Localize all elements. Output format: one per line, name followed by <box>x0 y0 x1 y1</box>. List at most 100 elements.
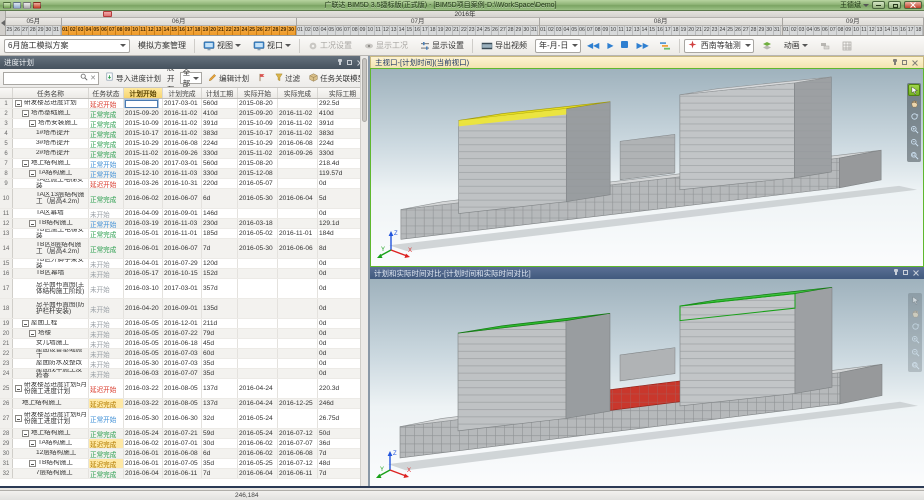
task-status-cell[interactable]: 延迟完成 <box>89 439 124 448</box>
planned-duration-cell[interactable]: 59d <box>202 429 238 438</box>
timeline-day-cell[interactable]: 27 <box>264 26 272 35</box>
task-name-cell[interactable]: TA区幕墙 <box>13 209 89 218</box>
planned-end-cell[interactable]: 2016-09-01 <box>163 299 202 318</box>
task-search-box[interactable]: ✕ <box>3 72 99 85</box>
task-status-cell[interactable]: 未开始 <box>89 279 124 298</box>
task-name-cell[interactable]: 3#塔吊提升 <box>13 139 89 148</box>
task-name-cell[interactable]: 7层结构施工 <box>13 469 89 478</box>
timeline-day-cell[interactable]: 28 <box>750 26 758 35</box>
float-icon[interactable] <box>902 269 910 277</box>
task-status-cell[interactable]: 正常开始 <box>89 159 124 168</box>
timeline-day-cell[interactable]: 12 <box>147 26 155 35</box>
task-status-cell[interactable]: 未开始 <box>89 319 124 328</box>
timeline-day-cell[interactable]: 04 <box>320 26 328 35</box>
planned-end-cell[interactable]: 2017-03-01 <box>163 279 202 298</box>
planned-end-cell[interactable]: 2016-06-11 <box>163 469 202 478</box>
rewind-button[interactable]: ◀◀ <box>585 38 601 54</box>
timeline-day-cell[interactable]: 26 <box>735 26 743 35</box>
task-status-cell[interactable]: 未开始 <box>89 369 124 378</box>
tree-collapse-icon[interactable] <box>22 110 29 117</box>
actual-end-cell[interactable]: 2016-06-08 <box>278 449 318 458</box>
orbit-tool-icon[interactable] <box>909 320 921 332</box>
gantt-button[interactable] <box>655 38 675 54</box>
planned-start-cell[interactable]: 2016-05-17 <box>124 269 163 278</box>
task-status-cell[interactable]: 正常完成 <box>89 109 124 118</box>
scheme-select[interactable]: 6月施工模拟方案 <box>4 39 130 53</box>
task-name-cell[interactable]: TB结构施工 <box>13 219 89 228</box>
task-name-cell[interactable]: 研发楼总进度计划 <box>13 99 89 108</box>
task-status-cell[interactable]: 正常开始 <box>89 219 124 228</box>
planned-start-cell[interactable]: 2016-03-10 <box>124 279 163 298</box>
actual-start-cell[interactable]: 2016-04-24 <box>238 379 278 398</box>
planned-end-cell[interactable]: 2017-03-01 <box>163 159 202 168</box>
planned-duration-cell[interactable]: 185d <box>202 229 238 238</box>
pan-tool-icon[interactable] <box>908 97 920 109</box>
planned-duration-cell[interactable]: 32d <box>202 409 238 428</box>
planned-end-cell[interactable]: 2016-07-05 <box>163 459 202 468</box>
actual-start-cell[interactable]: 2016-03-18 <box>238 219 278 228</box>
table-row[interactable]: 62#塔吊提升正常完成2015-11-022016-09-26330d2015-… <box>0 149 368 159</box>
task-status-cell[interactable]: 未开始 <box>89 299 124 318</box>
timeline-day-cell[interactable]: 12 <box>625 26 633 35</box>
actual-start-cell[interactable]: 2015-11-02 <box>238 149 278 158</box>
undo-icon[interactable] <box>23 2 31 9</box>
timeline-day-cell[interactable]: 16 <box>900 26 908 35</box>
timeline-day-cell[interactable]: 11 <box>375 26 383 35</box>
timeline-day-cell[interactable]: 10 <box>132 26 140 35</box>
planned-start-cell[interactable]: 2015-10-09 <box>124 119 163 128</box>
timeline-day-cell[interactable]: 07 <box>108 26 116 35</box>
task-name-cell[interactable]: 研发楼总进度计划5月份施工进度计划 <box>13 379 89 398</box>
pan-tool-icon[interactable] <box>909 307 921 319</box>
planned-duration-cell[interactable]: 560d <box>202 159 238 168</box>
task-name-cell[interactable]: 女儿墙施工 <box>13 339 89 348</box>
planned-end-cell[interactable]: 2016-07-22 <box>163 329 202 338</box>
timeline-day-cell[interactable]: 14 <box>641 26 649 35</box>
task-status-cell[interactable]: 延迟开始 <box>89 99 124 108</box>
actual-start-cell[interactable] <box>238 209 278 218</box>
table-row[interactable]: 2塔吊基础施工正常完成2015-09-202016-11-02410d2015-… <box>0 109 368 119</box>
close-icon[interactable] <box>911 59 919 67</box>
timeline-day-cell[interactable]: 20 <box>688 26 696 35</box>
timeline-day-cell[interactable]: 10 <box>367 26 375 35</box>
table-row[interactable]: 53#塔吊提升正常完成2015-10-292016-06-08224d2015-… <box>0 139 368 149</box>
viewpoint-button[interactable] <box>758 38 776 54</box>
actual-start-cell[interactable] <box>238 279 278 298</box>
timeline-day-cell[interactable]: 13 <box>876 26 884 35</box>
planned-duration-cell[interactable]: 230d <box>202 219 238 228</box>
planned-end-cell[interactable]: 2016-11-01 <box>163 229 202 238</box>
actual-start-cell[interactable] <box>238 259 278 268</box>
timeline-day-cell[interactable]: 06 <box>579 26 587 35</box>
planned-end-cell[interactable]: 2016-10-15 <box>163 269 202 278</box>
float-icon[interactable] <box>901 59 909 67</box>
timeline-day-cell[interactable]: 22 <box>703 26 711 35</box>
actual-start-cell[interactable]: 2016-05-24 <box>238 409 278 428</box>
actual-start-cell[interactable]: 2016-05-07 <box>238 179 278 188</box>
task-name-cell[interactable]: 12层结构施工 <box>13 449 89 458</box>
timeline-day-cell[interactable]: 23 <box>233 26 241 35</box>
timeline-day-cell[interactable]: 31 <box>774 26 782 35</box>
planned-end-cell[interactable]: 2016-06-30 <box>163 409 202 428</box>
actual-end-cell[interactable] <box>278 409 318 428</box>
actual-end-cell[interactable]: 2016-07-07 <box>278 439 318 448</box>
actual-start-cell[interactable] <box>238 299 278 318</box>
timeline-day-cell[interactable]: 02 <box>69 26 77 35</box>
planned-duration-cell[interactable]: 35d <box>202 359 238 368</box>
task-name-cell[interactable]: 总平面布置图(主体结构施工阶段) <box>13 279 89 298</box>
table-row[interactable]: 3012层结构施工正常完成2016-06-012016-06-086d2016-… <box>0 449 368 459</box>
search-input[interactable] <box>6 75 78 82</box>
timeline-day-cell[interactable]: 02 <box>305 26 313 35</box>
actual-start-cell[interactable] <box>238 349 278 358</box>
timeline-day-cell[interactable]: 23 <box>711 26 719 35</box>
actual-start-cell[interactable] <box>238 339 278 348</box>
timeline-day-cell[interactable]: 15 <box>406 26 414 35</box>
timeline-day-cell[interactable]: 15 <box>171 26 179 35</box>
viewport-button[interactable]: 视口 <box>249 38 295 54</box>
timeline-day-cell[interactable]: 08 <box>594 26 602 35</box>
filter-button[interactable]: 过滤 <box>272 71 303 86</box>
planned-duration-cell[interactable]: 6d <box>202 189 238 208</box>
timeline-day-cell[interactable]: 04 <box>806 26 814 35</box>
planned-duration-cell[interactable]: 30d <box>202 439 238 448</box>
timeline-day-cell[interactable]: 11 <box>618 26 626 35</box>
planned-end-cell[interactable]: 2016-07-03 <box>163 359 202 368</box>
task-status-cell[interactable]: 正常完成 <box>89 129 124 138</box>
